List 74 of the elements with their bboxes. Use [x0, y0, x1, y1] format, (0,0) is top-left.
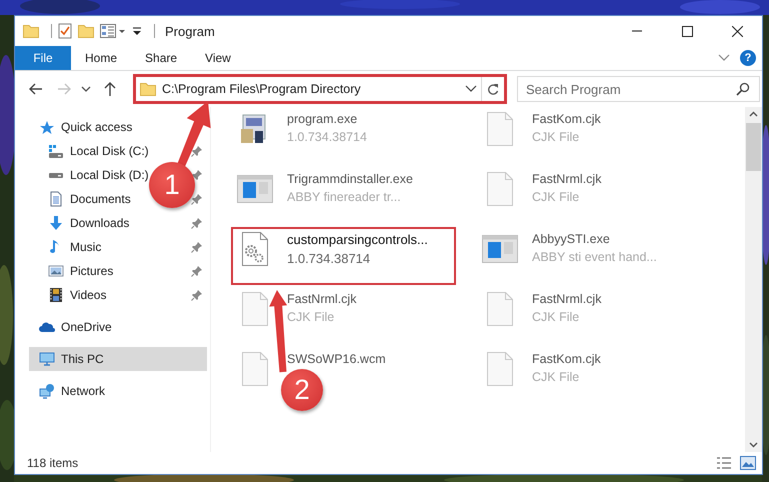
- ribbon-tab[interactable]: Home: [71, 46, 132, 70]
- scrollbar-thumb[interactable]: [746, 123, 761, 171]
- pin-icon[interactable]: [191, 241, 203, 253]
- maximize-icon[interactable]: [682, 26, 692, 36]
- file-detail: CJK File: [532, 370, 580, 384]
- close-icon[interactable]: [732, 26, 742, 36]
- item-count: 118 items: [27, 456, 78, 470]
- document-icon: [48, 191, 64, 207]
- sidebar-item[interactable]: Pictures: [48, 263, 114, 279]
- ribbon-tab[interactable]: Share: [131, 46, 192, 70]
- file-detail: 1.0.734.38714: [287, 251, 372, 266]
- file-name[interactable]: program.exe: [287, 112, 367, 126]
- picture-icon: [48, 263, 64, 279]
- file-name[interactable]: Trigrammdinstaller.exe: [287, 172, 413, 186]
- file-detail: 1.0.734.38714: [287, 130, 367, 144]
- search-field[interactable]: Search Program: [517, 76, 760, 102]
- file-detail: CJK File: [532, 190, 580, 204]
- properties-icon[interactable]: [58, 23, 72, 39]
- dropdown-caret-icon[interactable]: [465, 85, 477, 93]
- expand-ribbon-icon[interactable]: [718, 54, 730, 62]
- help-button[interactable]: ?: [740, 50, 756, 66]
- sidebar-item[interactable]: Local Disk (C:): [48, 144, 149, 158]
- minimize-icon[interactable]: [632, 30, 642, 32]
- network-icon: [39, 383, 55, 399]
- sidebar-item[interactable]: OneDrive: [39, 319, 112, 335]
- film-icon: [48, 287, 64, 303]
- pin-icon[interactable]: [191, 193, 203, 205]
- file-detail: CJK File: [287, 310, 336, 324]
- window-title: Program: [165, 24, 215, 38]
- pin-icon[interactable]: [191, 289, 203, 301]
- file-detail: CJK File: [532, 310, 580, 324]
- back-icon[interactable]: [29, 83, 43, 95]
- pin-icon[interactable]: [191, 217, 203, 229]
- file-name[interactable]: SWSoWP16.wcm: [287, 352, 386, 366]
- computer-icon: [39, 351, 55, 367]
- drive-icon: [48, 172, 64, 178]
- sidebar-item[interactable]: Quick access: [39, 120, 132, 134]
- customize-caret-icon[interactable]: [132, 26, 142, 36]
- address-bar[interactable]: C:\Program Files\Program Directory: [133, 74, 507, 104]
- refresh-icon[interactable]: [487, 82, 499, 96]
- file-detail: ABBY sti event hand...: [532, 250, 657, 264]
- star-icon: [39, 120, 55, 134]
- file-name[interactable]: FastKom.cjk: [532, 112, 601, 126]
- sidebar-item[interactable]: Local Disk (D:): [48, 168, 149, 182]
- file-name[interactable]: FastNrml.cjk: [532, 172, 602, 186]
- pin-icon[interactable]: [191, 169, 203, 181]
- sidebar-item[interactable]: Network: [39, 383, 106, 399]
- file-name[interactable]: AbbyySTI.exe: [532, 232, 657, 246]
- search-icon[interactable]: [736, 82, 750, 96]
- sidebar-item[interactable]: Documents: [48, 191, 131, 207]
- up-icon[interactable]: [104, 82, 116, 96]
- download-arrow-icon: [48, 215, 64, 231]
- scroll-down-icon[interactable]: [749, 442, 758, 448]
- view-options-icon[interactable]: [100, 24, 126, 38]
- sidebar-item[interactable]: Downloads: [48, 215, 130, 231]
- sidebar-item[interactable]: Videos: [48, 287, 106, 303]
- details-view-icon[interactable]: [716, 456, 732, 470]
- drive-icon: [48, 144, 64, 158]
- sidebar-item[interactable]: This PC: [39, 351, 104, 367]
- file-tab[interactable]: File: [15, 46, 71, 70]
- pin-icon[interactable]: [191, 145, 203, 157]
- recent-locations-icon[interactable]: [81, 85, 91, 93]
- large-icons-view-icon[interactable]: [740, 456, 756, 470]
- sidebar-item[interactable]: Music: [48, 239, 102, 255]
- file-name[interactable]: FastNrml.cjk: [532, 292, 602, 306]
- file-detail: CJK File: [532, 130, 580, 144]
- file-name[interactable]: customparsingcontrols...: [287, 232, 428, 247]
- file-detail: ABBY finereader tr...: [287, 190, 402, 204]
- scroll-up-icon[interactable]: [749, 111, 758, 117]
- ribbon-tab[interactable]: View: [191, 46, 245, 70]
- pin-icon[interactable]: [191, 265, 203, 277]
- file-name[interactable]: FastNrml.cjk: [287, 292, 356, 306]
- file-name[interactable]: FastKom.cjk: [532, 352, 601, 366]
- folder-icon: [140, 82, 156, 96]
